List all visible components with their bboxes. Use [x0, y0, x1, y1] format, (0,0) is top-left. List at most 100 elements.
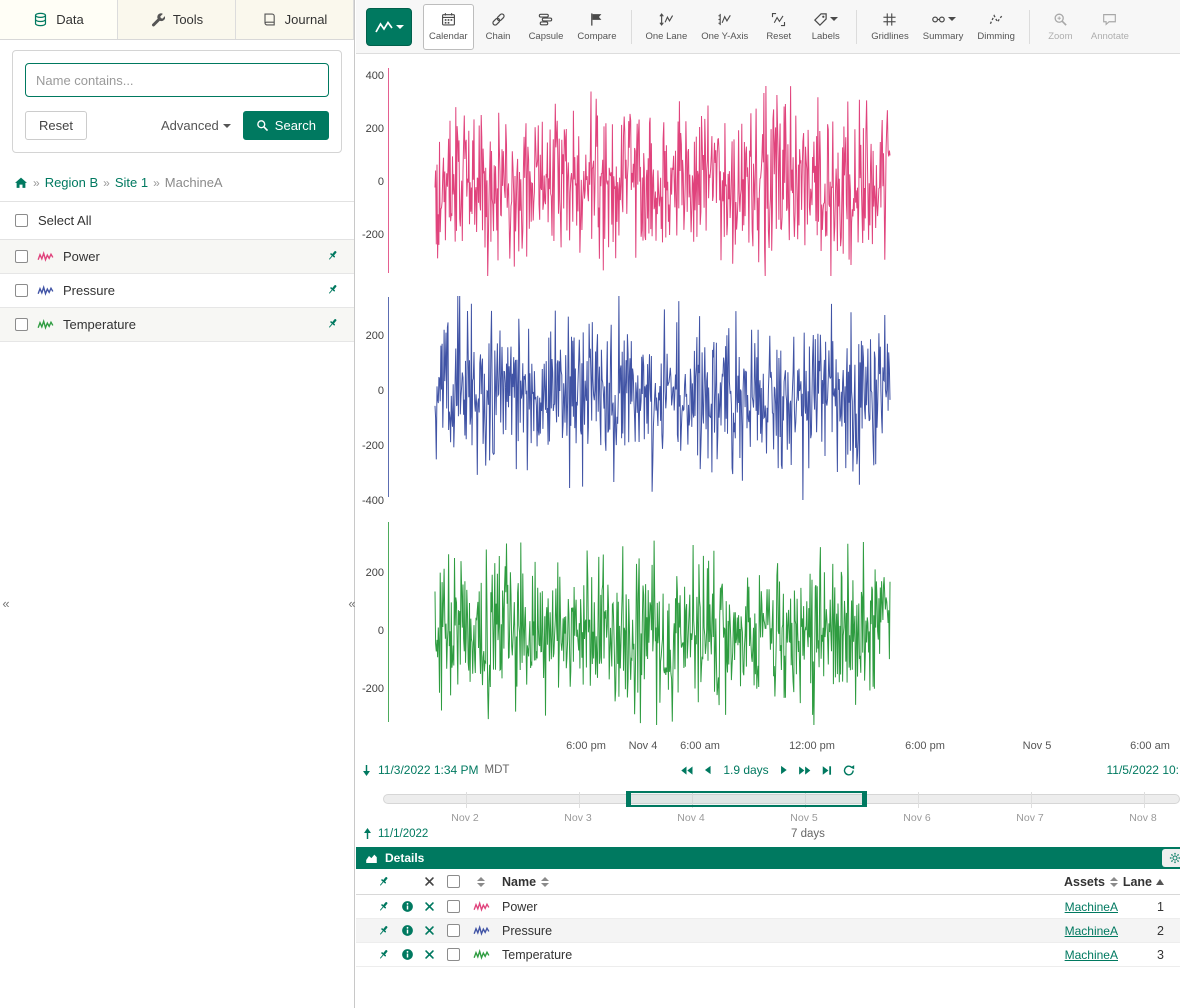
toolbar-one-lane[interactable]: One Lane — [640, 4, 694, 50]
breadcrumb-separator: » — [153, 176, 160, 190]
collapse-left-panel-icon[interactable]: « — [1, 596, 11, 611]
caret-down-icon — [948, 17, 956, 25]
timebar-tick — [466, 792, 467, 808]
timebar-tick — [1031, 792, 1032, 808]
calendar-icon — [441, 12, 456, 27]
timebar-tick — [918, 792, 919, 808]
lane-column-label[interactable]: Lane — [1123, 875, 1152, 889]
toolbar-summary[interactable]: Summary — [917, 4, 970, 50]
trend-views-button[interactable] — [366, 8, 412, 46]
details-row-power[interactable]: Power MachineA 1 — [356, 895, 1180, 919]
info-icon[interactable] — [401, 900, 414, 913]
x-axis-label: 12:00 pm — [789, 740, 835, 752]
toolbar-separator — [631, 10, 632, 44]
close-icon[interactable] — [424, 925, 435, 936]
y-axis-label: 400 — [356, 70, 384, 82]
x-axis: 6:00 pmNov 46:00 am12:00 pm6:00 pmNov 56… — [356, 740, 1180, 756]
row-checkbox[interactable] — [447, 900, 460, 913]
pan-forward-icon[interactable] — [778, 764, 790, 776]
y-axis-label: 200 — [356, 330, 384, 342]
asset-item-power[interactable]: Power — [0, 240, 354, 274]
pin-icon[interactable] — [326, 283, 339, 296]
toolbar-calendar[interactable]: Calendar — [423, 4, 474, 50]
assets-column-label[interactable]: Assets — [1064, 875, 1105, 889]
home-icon[interactable] — [14, 176, 28, 190]
select-all-checkbox[interactable] — [15, 214, 28, 227]
sort-assets-icon[interactable] — [1110, 877, 1118, 887]
search-panel: Reset Advanced Search — [12, 50, 342, 153]
display-range-start: 11/3/2022 1:34 PM MDT — [361, 763, 509, 777]
toolbar-capsule[interactable]: Capsule — [523, 4, 570, 50]
pin-icon[interactable] — [326, 317, 339, 330]
breadcrumb-link-site-1[interactable]: Site 1 — [115, 175, 148, 190]
details-row-pressure[interactable]: Pressure MachineA 2 — [356, 919, 1180, 943]
item-checkbox[interactable] — [15, 250, 28, 263]
range-end-label[interactable]: 11/5/2022 10: — [1106, 763, 1179, 777]
row-name: Temperature — [496, 948, 998, 962]
pin-icon[interactable] — [377, 948, 390, 961]
timezone-label[interactable]: MDT — [485, 764, 510, 776]
asset-link[interactable]: MachineA — [1065, 924, 1118, 938]
reset-button[interactable]: Reset — [25, 111, 87, 140]
info-icon[interactable] — [401, 948, 414, 961]
sort-type-icon[interactable] — [477, 877, 485, 887]
toolbar-chain[interactable]: Chain — [476, 4, 521, 50]
pan-forward-far-icon[interactable] — [799, 764, 812, 777]
timebar-start-label[interactable]: 11/1/2022 — [378, 828, 428, 840]
row-name: Pressure — [496, 924, 998, 938]
pin-column-icon[interactable] — [370, 875, 396, 888]
name-column-label[interactable]: Name — [502, 875, 536, 889]
pan-back-icon[interactable] — [702, 764, 714, 776]
details-select-all-checkbox[interactable] — [447, 875, 460, 888]
sort-lane-asc-icon[interactable] — [1156, 879, 1164, 885]
signal-trace-temperature[interactable] — [388, 514, 1180, 734]
close-icon[interactable] — [424, 949, 435, 960]
pin-icon[interactable] — [377, 924, 390, 937]
details-settings-button[interactable] — [1162, 849, 1180, 867]
details-row-temperature[interactable]: Temperature MachineA 3 — [356, 943, 1180, 967]
range-start-label[interactable]: 11/3/2022 1:34 PM — [378, 763, 479, 777]
advanced-toggle[interactable]: Advanced — [161, 118, 231, 133]
asset-link[interactable]: MachineA — [1065, 948, 1118, 962]
sort-name-icon[interactable] — [541, 877, 549, 887]
signal-trace-pressure[interactable] — [388, 289, 1180, 509]
tab-data[interactable]: Data — [0, 0, 118, 39]
refresh-icon[interactable] — [843, 764, 856, 777]
row-checkbox[interactable] — [447, 948, 460, 961]
pan-to-now-icon[interactable] — [821, 764, 834, 777]
remove-all-icon[interactable] — [418, 876, 440, 887]
timebar-track[interactable] — [383, 794, 1180, 804]
close-icon[interactable] — [424, 901, 435, 912]
pin-icon[interactable] — [326, 249, 339, 262]
toolbar-gridlines[interactable]: Gridlines — [865, 4, 915, 50]
toolbar-labels[interactable]: Labels — [803, 4, 848, 50]
toolbar-one-y-axis[interactable]: One Y-Axis — [695, 4, 754, 50]
tab-journal[interactable]: Journal — [236, 0, 354, 39]
signal-trace-power[interactable] — [388, 60, 1180, 285]
search-input[interactable] — [25, 63, 329, 97]
toolbar-button-label: Labels — [812, 31, 840, 42]
toolbar-separator — [856, 10, 857, 44]
item-checkbox[interactable] — [15, 318, 28, 331]
asset-link[interactable]: MachineA — [1065, 900, 1118, 914]
toolbar-button-label: Reset — [766, 31, 791, 42]
toolbar-compare[interactable]: Compare — [571, 4, 622, 50]
asset-item-pressure[interactable]: Pressure — [0, 274, 354, 308]
search-button-label: Search — [275, 118, 316, 133]
toolbar-reset[interactable]: Reset — [756, 4, 801, 50]
summary-icon — [931, 12, 946, 27]
duration-label[interactable]: 1.9 days — [723, 763, 768, 777]
pin-icon[interactable] — [377, 900, 390, 913]
search-button[interactable]: Search — [243, 111, 329, 140]
tab-tools[interactable]: Tools — [118, 0, 236, 39]
gridlines-icon — [882, 12, 897, 27]
asset-item-temperature[interactable]: Temperature — [0, 308, 354, 342]
timebar-selection[interactable] — [629, 791, 864, 807]
info-icon[interactable] — [401, 924, 414, 937]
item-checkbox[interactable] — [15, 284, 28, 297]
pan-back-far-icon[interactable] — [680, 764, 693, 777]
breadcrumb-link-region-b[interactable]: Region B — [45, 175, 98, 190]
compare-icon — [589, 12, 604, 27]
toolbar-dimming[interactable]: Dimming — [971, 4, 1020, 50]
row-checkbox[interactable] — [447, 924, 460, 937]
